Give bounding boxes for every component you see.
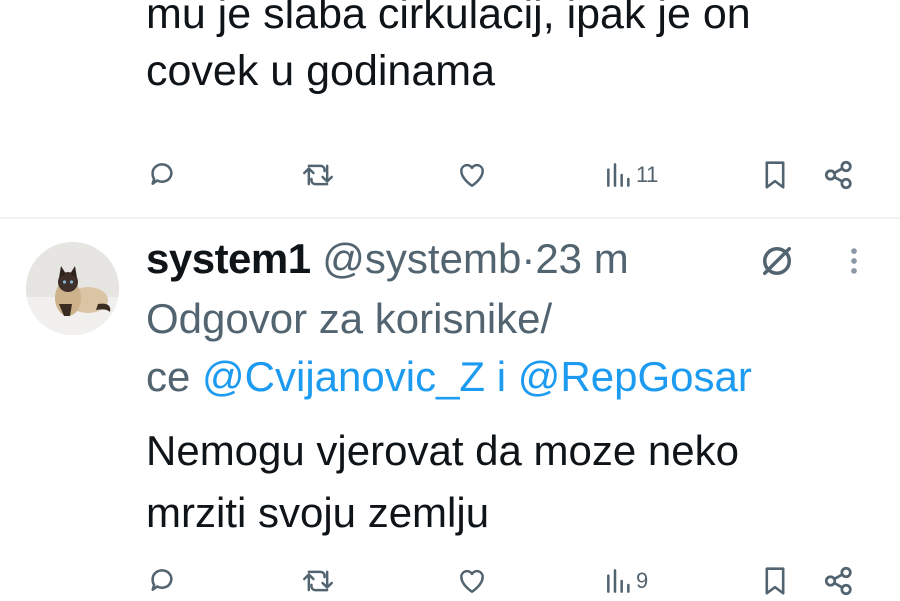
display-name[interactable]: system1 xyxy=(146,235,311,282)
previous-tweet-line-1: mu je slaba cirkulacij, ipak je on xyxy=(146,0,751,38)
mention-link-2[interactable]: @RepGosar xyxy=(518,353,752,400)
grok-button[interactable] xyxy=(756,240,798,287)
reply-prefix: Odgovor za korisnike/ xyxy=(146,295,553,342)
retweet-icon xyxy=(303,570,333,592)
header-separator: · xyxy=(521,235,536,282)
like-button[interactable] xyxy=(456,561,488,601)
tweet-divider xyxy=(0,217,900,219)
views-button[interactable]: 9 xyxy=(604,561,648,601)
share-icon xyxy=(824,566,852,596)
retweet-button[interactable] xyxy=(301,561,335,601)
views-button[interactable]: 11 xyxy=(604,155,658,195)
previous-tweet-text: mu je slaba cirkulacij, ipak je on covek… xyxy=(146,0,866,100)
user-handle[interactable]: @systemb xyxy=(322,235,521,282)
reply-button[interactable] xyxy=(146,155,178,195)
cat-avatar-image xyxy=(26,242,119,335)
grok-icon xyxy=(763,247,791,275)
reply-mentions-line: ce @Cvijanovic_Z i @RepGosar xyxy=(146,348,866,406)
more-icon xyxy=(851,248,857,274)
retweet-button[interactable] xyxy=(301,155,335,195)
like-button[interactable] xyxy=(456,155,488,195)
views-count: 11 xyxy=(636,162,658,187)
tweet-header: system1 @systemb·23 m xyxy=(146,234,629,284)
views-icon xyxy=(607,163,630,187)
bookmark-button[interactable] xyxy=(760,155,790,195)
reply-ce: ce xyxy=(146,353,191,400)
tweet-actions: 9 xyxy=(146,561,866,601)
views-icon xyxy=(607,569,630,593)
bookmark-icon xyxy=(765,567,785,595)
reply-button[interactable] xyxy=(146,561,178,601)
tweet-text: Nemogu vjerovat da moze neko mrziti svoj… xyxy=(146,420,866,544)
views-count: 9 xyxy=(636,568,648,593)
heart-icon xyxy=(460,163,484,187)
share-icon xyxy=(824,160,852,190)
previous-tweet-actions: 11 xyxy=(146,155,866,195)
tweet-text-line-1: Nemogu vjerovat da moze neko xyxy=(146,427,739,474)
share-button[interactable] xyxy=(822,155,856,195)
previous-tweet-line-2: covek u godinama xyxy=(146,47,495,95)
reply-icon xyxy=(151,569,173,591)
reply-icon xyxy=(151,163,173,185)
tweet-text-line-2: mrziti svoju zemlju xyxy=(146,489,490,536)
reply-and: i xyxy=(496,353,507,400)
avatar[interactable] xyxy=(26,242,119,335)
timestamp[interactable]: 23 m xyxy=(535,235,628,282)
share-button[interactable] xyxy=(822,561,856,601)
bookmark-icon xyxy=(765,161,785,189)
reply-context: Odgovor za korisnike/ ce @Cvijanovic_Z i… xyxy=(146,290,866,406)
mention-link-1[interactable]: @Cvijanovic_Z xyxy=(202,353,485,400)
bookmark-button[interactable] xyxy=(760,561,790,601)
more-options-button[interactable] xyxy=(846,244,862,283)
retweet-icon xyxy=(303,164,333,186)
heart-icon xyxy=(460,569,484,593)
